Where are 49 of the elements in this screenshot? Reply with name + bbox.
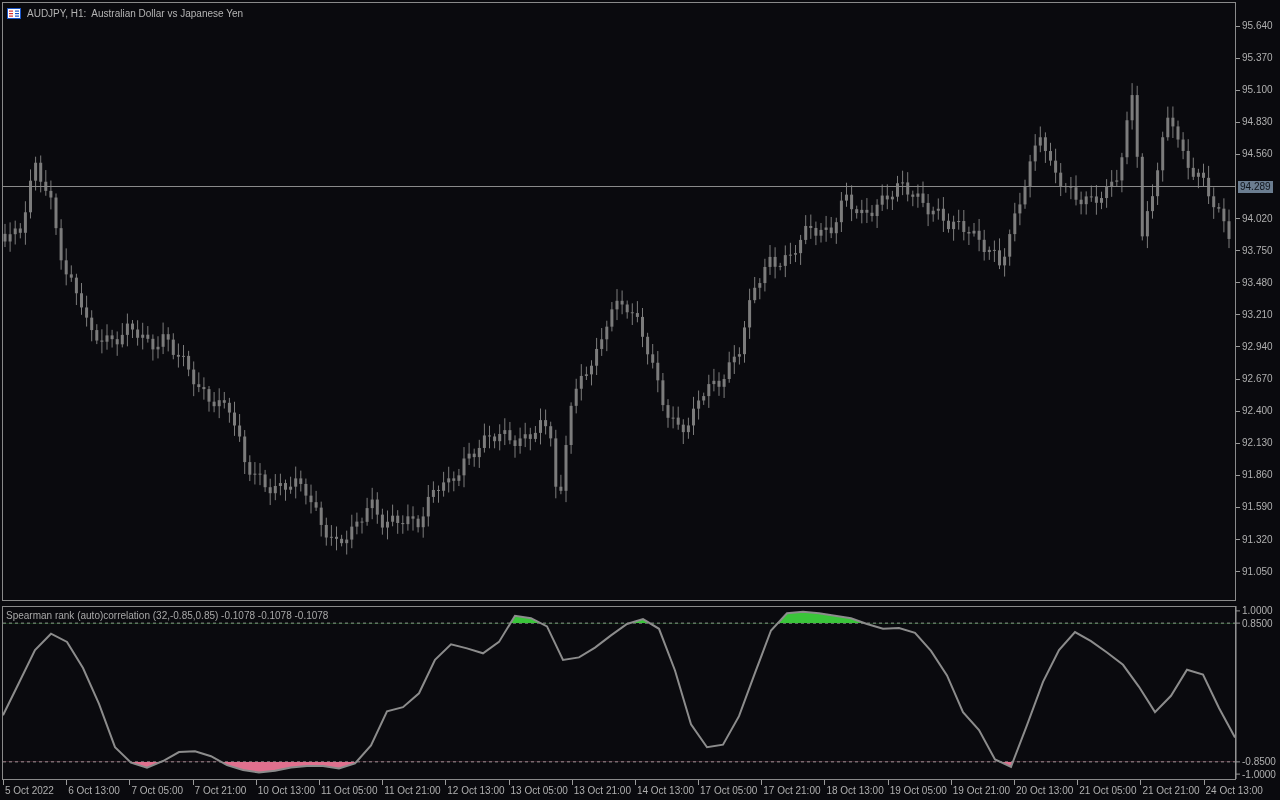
y-tick-label: 0.8500 (1242, 618, 1274, 630)
time-label: 10 Oct 13:00 (257, 785, 315, 797)
chart-icon (7, 8, 21, 19)
price-label: 92.130 (1236, 437, 1273, 450)
price-label: 94.020 (1236, 212, 1273, 225)
time-label: 17 Oct 05:00 (700, 785, 758, 797)
price-label: 95.370 (1236, 52, 1273, 65)
chart-title: AUDJPY, H1: Australian Dollar vs Japanese Yen (27, 8, 244, 19)
time-label: 18 Oct 13:00 (826, 785, 884, 797)
time-label: 5 Oct 2022 (5, 785, 54, 797)
axis-label: -0.8500 (1235, 755, 1276, 767)
price-label: 92.400 (1236, 405, 1273, 418)
price-label: 93.480 (1236, 276, 1273, 289)
time-label: 12 Oct 13:00 (447, 785, 505, 797)
price-label: 92.670 (1236, 373, 1273, 386)
price-label: 95.100 (1236, 84, 1273, 97)
y-tick-label: -1.0000 (1242, 769, 1277, 781)
y-tick-label: -0.8500 (1242, 755, 1277, 767)
price-label: 91.860 (1236, 469, 1273, 482)
time-label: 21 Oct 21:00 (1142, 785, 1200, 797)
time-label: 21 Oct 05:00 (1079, 785, 1137, 797)
time-label: 24 Oct 13:00 (1205, 785, 1263, 797)
time-label: 6 Oct 13:00 (68, 785, 120, 797)
time-label: 19 Oct 21:00 (952, 785, 1011, 797)
axis-label: -1.0000 (1235, 769, 1276, 780)
price-label: 95.640 (1236, 20, 1273, 32)
price-label: 93.210 (1236, 308, 1273, 321)
time-label: 11 Oct 05:00 (320, 785, 378, 797)
current-price-label: 94.289 (1238, 181, 1273, 193)
price-label: 91.590 (1236, 501, 1273, 514)
axis-label: 0.8500 (1235, 618, 1273, 630)
price-label: 92.940 (1236, 340, 1273, 353)
time-label: 20 Oct 13:00 (1016, 785, 1074, 797)
axis-label: 1.0000 (1235, 605, 1273, 616)
price-label: 91.050 (1236, 565, 1273, 578)
price-label: 93.750 (1236, 244, 1273, 257)
price-label: 91.320 (1236, 533, 1273, 546)
time-label: 14 Oct 13:00 (636, 785, 695, 797)
time-label: 19 Oct 05:00 (889, 785, 947, 797)
time-label: 11 Oct 21:00 (384, 785, 441, 797)
y-tick-label: 1.0000 (1242, 604, 1274, 616)
time-label: 7 Oct 21:00 (194, 785, 247, 797)
price-label: 94.830 (1236, 116, 1273, 129)
indicator-label: Spearman rank (auto)correlation (32,-0.85,0.85) -0.1078 -0.1078 -0.1078 (6, 610, 329, 621)
time-label: 13 Oct 21:00 (573, 785, 631, 797)
time-label: 17 Oct 21:00 (763, 785, 821, 797)
price-label: 94.560 (1236, 148, 1273, 161)
time-label: 7 Oct 05:00 (131, 785, 184, 797)
time-label: 13 Oct 05:00 (510, 785, 568, 797)
